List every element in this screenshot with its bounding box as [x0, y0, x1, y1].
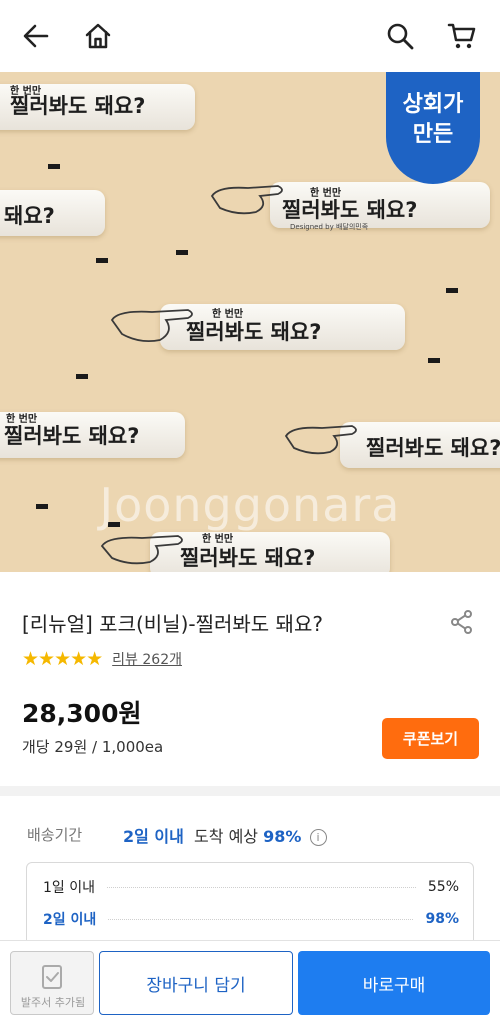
- order-sheet-button[interactable]: 발주서 추가됨: [10, 951, 94, 1015]
- decor-mark: [96, 258, 108, 263]
- fork-print-sub: Designed by 배달의민족: [290, 223, 369, 231]
- add-to-cart-button[interactable]: 장바구니 담기: [99, 951, 293, 1015]
- home-icon: [85, 23, 111, 49]
- delivery-row-value: 98%: [425, 911, 459, 927]
- decor-mark: [428, 358, 440, 363]
- coupon-button[interactable]: 쿠폰보기: [382, 718, 479, 759]
- fork-print-tail: 돼요?: [4, 204, 55, 228]
- decor-mark: [446, 288, 458, 293]
- dotted-leader: [108, 918, 414, 920]
- delivery-label: 배송기간: [27, 826, 83, 844]
- fork-print-main: 찔러봐도 돼요?: [10, 94, 146, 118]
- share-icon: [451, 610, 472, 634]
- search-button[interactable]: [382, 18, 418, 54]
- delivery-percent: 98%: [263, 827, 302, 846]
- badge-line-1: 상회가: [402, 92, 464, 117]
- fork-print-main: 찔러봐도 돼요?: [4, 424, 140, 448]
- arrow-left-icon: [23, 24, 49, 48]
- delivery-table: 1일 이내 55% 2일 이내 98%: [26, 862, 474, 952]
- delivery-arrival-text: 도착 예상: [194, 827, 259, 846]
- product-info: [리뉴얼] 포크(비닐)-찔러봐도 돼요? ★★★★★ 리뷰 262개 28,3…: [0, 572, 500, 786]
- watermark: Joonggonara: [99, 478, 401, 532]
- buy-now-button[interactable]: 바로구매: [298, 951, 490, 1015]
- cart-icon: [447, 23, 476, 49]
- pointing-hand-icon: [284, 425, 357, 455]
- fork-print-main: 찔러봐도 돼요?: [180, 546, 316, 570]
- top-app-bar: [0, 0, 500, 72]
- checklist-icon: [42, 965, 62, 989]
- info-icon[interactable]: i: [309, 829, 327, 846]
- decor-mark: [176, 250, 188, 255]
- unit-price: 개당 29원 / 1,000ea: [22, 738, 164, 756]
- purchase-bar: 발주서 추가됨 장바구니 담기 바로구매: [0, 940, 500, 1024]
- delivery-days: 2일 이내: [123, 827, 184, 846]
- badge-line-2: 만든: [412, 122, 454, 147]
- brand-badge: 상회가 만든: [386, 72, 480, 184]
- product-title: [리뉴얼] 포크(비닐)-찔러봐도 돼요?: [22, 612, 323, 636]
- back-button[interactable]: [18, 18, 54, 54]
- delivery-section: 배송기간 2일 이내 도착 예상 98% i 1일 이내 55% 2일 이내 9…: [0, 796, 500, 952]
- delivery-row: 2일 이내 98%: [43, 909, 459, 929]
- decor-mark: [48, 164, 60, 169]
- home-button[interactable]: [80, 18, 116, 54]
- delivery-row-value: 55%: [427, 879, 459, 895]
- fork-print-main: 찔러봐도 돼요?: [186, 320, 322, 344]
- dotted-leader: [107, 886, 416, 888]
- decor-mark: [76, 374, 88, 379]
- star-rating-icon: ★★★★★: [22, 648, 103, 670]
- fork-print-main: 찔러봐도 돼요?: [282, 198, 418, 222]
- rating: ★★★★★ 리뷰 262개: [22, 648, 182, 670]
- delivery-row-label: 2일 이내: [43, 912, 97, 928]
- share-button[interactable]: [448, 608, 476, 636]
- delivery-row: 1일 이내 55%: [43, 877, 459, 897]
- cart-button[interactable]: [444, 18, 480, 54]
- product-price: 28,300원: [22, 699, 142, 728]
- fork-print-main: 찔러봐도 돼요?: [366, 436, 500, 460]
- review-link[interactable]: 리뷰 262개: [112, 649, 182, 669]
- search-icon: [387, 23, 414, 50]
- delivery-row-label: 1일 이내: [43, 880, 95, 896]
- delivery-estimate: 2일 이내 도착 예상 98% i: [123, 823, 327, 847]
- section-divider: [0, 786, 500, 796]
- order-sheet-label: 발주서 추가됨: [20, 996, 86, 1009]
